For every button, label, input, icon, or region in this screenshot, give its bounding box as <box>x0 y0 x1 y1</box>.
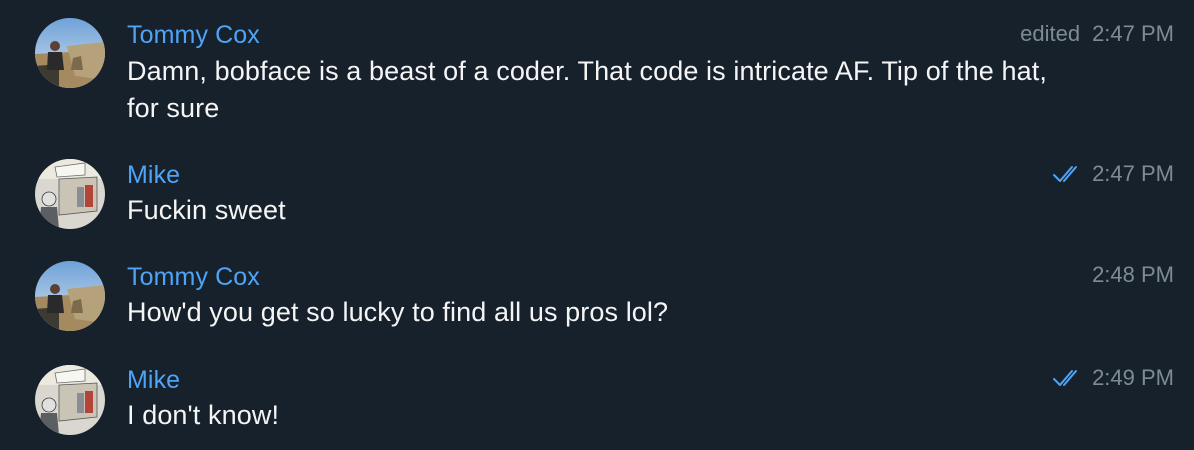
avatar-image <box>35 365 105 435</box>
message-time: 2:47 PM <box>1092 161 1174 186</box>
avatar-image <box>35 18 105 88</box>
message-text: How'd you get so lucky to find all us pr… <box>127 297 669 327</box>
edited-label: edited <box>1020 21 1081 46</box>
sender-name[interactable]: Tommy Cox <box>127 262 260 292</box>
avatar-image <box>35 159 105 229</box>
message-item[interactable]: Mike I don't know! 2:49 PM <box>0 350 1194 450</box>
avatar-image <box>35 261 105 331</box>
avatar-tommy-cox[interactable] <box>35 18 105 88</box>
message-time: 2:49 PM <box>1092 365 1174 390</box>
avatar-mike[interactable] <box>35 365 105 435</box>
sender-name[interactable]: Tommy Cox <box>127 20 260 50</box>
message-meta: 2:47 PM <box>1052 159 1174 189</box>
message-text: Fuckin sweet <box>127 195 286 225</box>
message-item[interactable]: Mike Fuckin sweet 2:47 PM <box>0 140 1194 245</box>
chat-history: Tommy Cox Damn, bobface is a beast of a … <box>0 0 1194 450</box>
double-check-icon <box>1052 368 1082 388</box>
sender-name[interactable]: Mike <box>127 160 180 190</box>
avatar-mike[interactable] <box>35 159 105 229</box>
message-time: 2:48 PM <box>1092 262 1174 287</box>
message-text: I don't know! <box>127 400 280 430</box>
message-text: Damn, bobface is a beast of a coder. Tha… <box>127 56 1047 123</box>
message-time: 2:47 PM <box>1092 21 1174 46</box>
message-item[interactable]: Tommy Cox Damn, bobface is a beast of a … <box>0 0 1194 140</box>
message-item[interactable]: Tommy Cox How'd you get so lucky to find… <box>0 245 1194 350</box>
sender-name[interactable]: Mike <box>127 365 180 395</box>
message-meta: 2:48 PM <box>1092 260 1174 290</box>
message-meta: edited 2:47 PM <box>1020 19 1174 49</box>
double-check-icon <box>1052 164 1082 184</box>
message-meta: 2:49 PM <box>1052 363 1174 393</box>
avatar-tommy-cox[interactable] <box>35 261 105 331</box>
